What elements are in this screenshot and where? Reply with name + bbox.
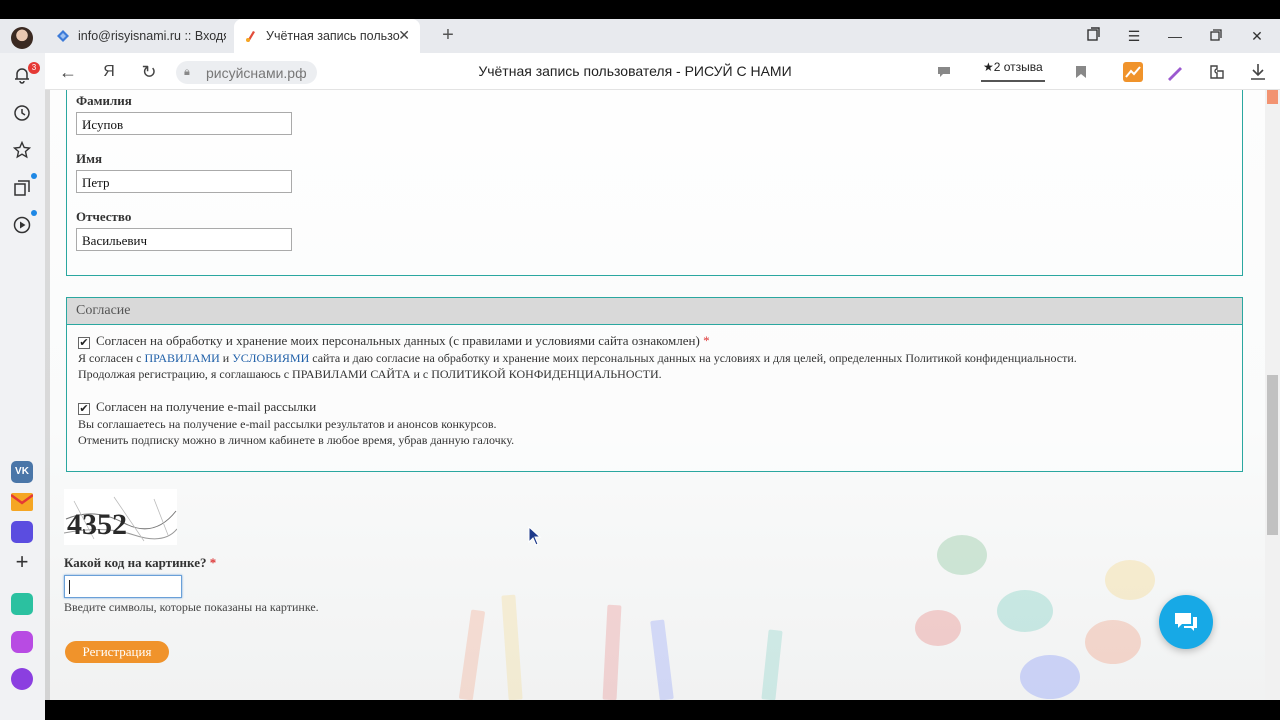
- mouse-cursor-icon: [528, 526, 542, 546]
- captcha-required-mark: *: [209, 555, 217, 570]
- restore-icon[interactable]: [1205, 25, 1227, 47]
- play-icon[interactable]: [11, 214, 33, 236]
- profile-avatar[interactable]: [11, 27, 33, 49]
- captcha-input[interactable]: [64, 575, 182, 598]
- bookmark-icon[interactable]: [1071, 62, 1091, 82]
- market-icon[interactable]: [11, 631, 33, 653]
- required-mark: *: [703, 333, 710, 348]
- tab-account[interactable]: Учётная запись пользо ✕: [234, 19, 420, 53]
- and-word: и: [222, 351, 230, 365]
- play-dot: [31, 210, 37, 216]
- menu-icon[interactable]: ☰: [1123, 25, 1145, 47]
- personal-data-label: Согласен на обработку и хранение моих пе…: [96, 333, 710, 349]
- personal-desc-suffix: сайта и даю согласие на обработку и хран…: [312, 351, 1077, 365]
- firstname-input[interactable]: Петр: [76, 170, 292, 193]
- url-field[interactable]: 🔒︎ рисуйснами.рф: [176, 61, 317, 84]
- background-edge: [45, 90, 50, 700]
- mail-favicon-icon: [57, 30, 69, 42]
- consent-legend: Согласие: [67, 298, 1242, 325]
- email-description-line2: Отменить подписку можно в личном кабинет…: [78, 433, 515, 447]
- minimize-icon[interactable]: —: [1164, 25, 1186, 47]
- email-subscription-label: Согласен на получение e-mail рассылки: [96, 399, 317, 414]
- register-button[interactable]: Регистрация: [65, 641, 169, 663]
- paint-spot: [1085, 620, 1141, 664]
- collections-sidebar-icon[interactable]: [11, 177, 33, 199]
- captcha-help: Введите символы, которые показаны на кар…: [64, 600, 319, 614]
- firstname-label: Имя: [76, 151, 102, 166]
- paint-spot: [1020, 655, 1080, 699]
- pen-extension-icon[interactable]: [1165, 62, 1185, 82]
- personal-desc-prefix: Я согласен с: [78, 351, 142, 365]
- patronymic-label: Отчество: [76, 209, 132, 224]
- alice-icon[interactable]: [11, 668, 33, 690]
- lastname-input[interactable]: Исупов: [76, 112, 292, 135]
- captcha-label: Какой код на картинке? *: [64, 555, 216, 571]
- mail-icon[interactable]: [11, 491, 33, 513]
- rules-link[interactable]: ПРАВИЛАМИ: [145, 351, 220, 365]
- paint-spot: [915, 610, 961, 646]
- chart-extension-icon[interactable]: [1123, 62, 1143, 82]
- collections-dot: [31, 173, 37, 179]
- reviews-link[interactable]: ★2 отзыва: [981, 60, 1045, 82]
- lastname-label: Фамилия: [76, 93, 132, 108]
- tab-mail-label: info@risyisnami.ru :: Входя: [78, 29, 226, 43]
- screen-top-band: [0, 0, 1280, 19]
- page-title: Учётная запись пользователя - РИСУЙ С НА…: [478, 63, 792, 79]
- captcha-label-text: Какой код на картинке?: [64, 555, 207, 570]
- close-window-icon[interactable]: ✕: [1246, 25, 1268, 47]
- games-icon[interactable]: [11, 593, 33, 615]
- chat-button[interactable]: [1159, 595, 1213, 649]
- url-text: рисуйснами.рф: [206, 64, 307, 81]
- paint-spot: [1105, 560, 1155, 600]
- site-favicon-icon: [246, 31, 255, 42]
- back-arrow-icon[interactable]: ←: [57, 62, 79, 82]
- email-subscription-checkbox[interactable]: ✔: [78, 403, 90, 415]
- personal-data-description-line2: Продолжая регистрацию, я соглашаюсь с ПР…: [78, 367, 662, 381]
- paint-spot: [997, 590, 1053, 632]
- reload-icon[interactable]: ↻: [138, 62, 160, 82]
- add-panel-icon[interactable]: +: [11, 549, 33, 574]
- scrollbar-thumb[interactable]: [1267, 375, 1278, 535]
- tab-close-icon[interactable]: ✕: [398, 27, 410, 44]
- collections-icon[interactable]: [1082, 25, 1104, 47]
- lock-icon: 🔒︎: [184, 66, 190, 78]
- paint-spot: [937, 535, 987, 575]
- notification-badge: 3: [28, 62, 40, 74]
- personal-data-description: Я согласен с ПРАВИЛАМИ и УСЛОВИЯМИ сайта…: [78, 351, 1077, 366]
- patronymic-input[interactable]: Васильевич: [76, 228, 292, 251]
- star-icon[interactable]: [11, 139, 33, 161]
- tab-mail[interactable]: info@risyisnami.ru :: Входя: [46, 19, 232, 53]
- tab-account-label: Учётная запись пользо: [266, 29, 400, 43]
- screen-bottom-band: [0, 700, 1280, 720]
- page-content: Фамилия Исупов Имя Петр Отчество Василье…: [45, 90, 1280, 700]
- chat-icon: [1175, 613, 1197, 631]
- new-tab-button[interactable]: +: [438, 24, 458, 46]
- personal-data-label-text: Согласен на обработку и хранение моих пе…: [96, 333, 700, 348]
- text-caret: [69, 580, 70, 594]
- yandex-logo-icon[interactable]: Я: [98, 62, 120, 82]
- captcha-code: 4352: [67, 508, 127, 541]
- messenger-icon[interactable]: [11, 521, 33, 543]
- captcha-image: 4352: [64, 489, 177, 545]
- personal-data-checkbox[interactable]: ✔: [78, 337, 90, 349]
- scroll-up-marker: [1267, 90, 1278, 104]
- history-icon[interactable]: [11, 102, 33, 124]
- download-icon[interactable]: [1248, 62, 1268, 82]
- extensions-icon[interactable]: [1207, 62, 1227, 82]
- comment-icon[interactable]: [934, 62, 954, 82]
- vk-icon[interactable]: VK: [11, 461, 33, 483]
- terms-link[interactable]: УСЛОВИЯМИ: [232, 351, 309, 365]
- email-description-line1: Вы соглашаетесь на получение e-mail расс…: [78, 417, 497, 431]
